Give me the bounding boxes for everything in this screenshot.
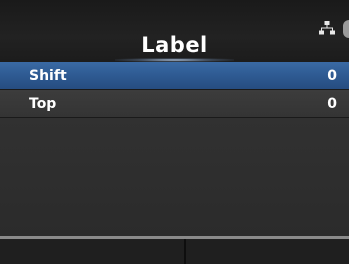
list-item-label: Shift [29,68,67,84]
softkey-left-button[interactable] [0,239,184,264]
network-icon [319,21,335,35]
list-item-shift[interactable]: Shift 0 [0,62,349,90]
scroll-indicator-icon [343,20,349,38]
list-item-value: 0 [327,68,337,84]
list-item-value: 0 [327,96,337,112]
printer-display: Label Shift 0 Top 0 [0,0,349,264]
list-item-label: Top [29,96,57,112]
settings-list: Shift 0 Top 0 [0,62,349,118]
title-bar: Label [0,0,349,62]
softkey-right-button[interactable] [186,239,349,264]
empty-list-area [0,118,349,236]
list-item-top[interactable]: Top 0 [0,90,349,118]
softkey-bar [0,236,349,264]
page-title: Label [141,33,208,57]
